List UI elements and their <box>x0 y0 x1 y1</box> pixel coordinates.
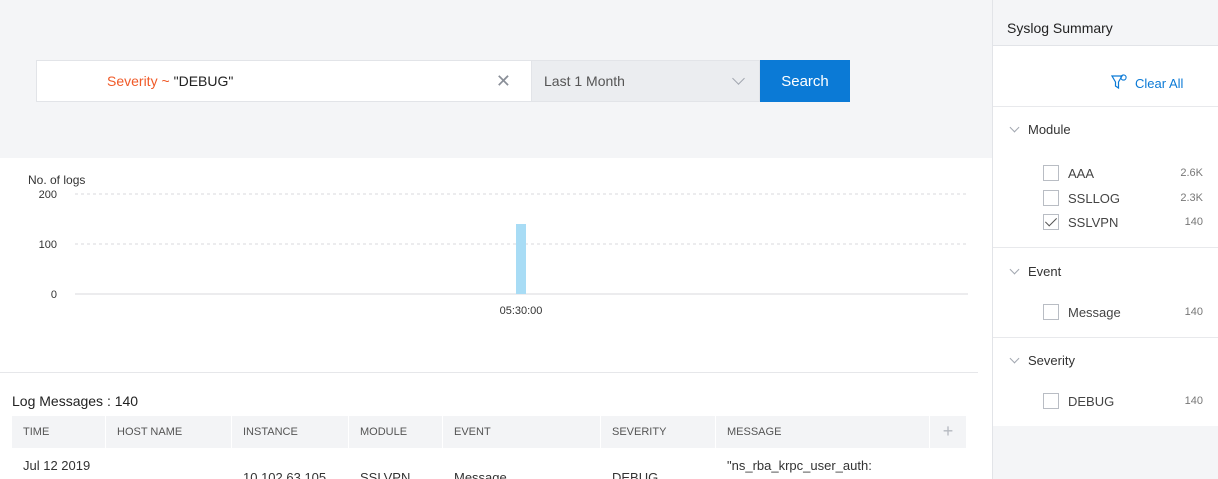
query-value: "DEBUG" <box>173 73 234 89</box>
checkbox[interactable] <box>1043 165 1059 181</box>
logs-chart: No. of logs 200 100 0 05:30:00 <box>0 158 992 372</box>
section-label: Event <box>1028 264 1062 279</box>
chevron-down-icon <box>1009 353 1020 364</box>
cell-message: "ns_rba_krpc_user_auth: <box>727 458 872 473</box>
section-label: Severity <box>1028 353 1075 368</box>
main-panel: Severity ~ "DEBUG" ✕ Last 1 Month Search… <box>0 0 992 479</box>
close-icon[interactable]: ✕ <box>496 71 511 91</box>
facet-label: SSLVPN <box>1068 214 1119 230</box>
chevron-down-icon <box>1009 122 1020 133</box>
section-module[interactable]: Module <box>1009 122 1071 137</box>
facet-count: 2.3K <box>1180 192 1203 204</box>
time-range-select[interactable]: Last 1 Month <box>532 60 760 102</box>
checkbox[interactable] <box>1043 304 1059 320</box>
divider <box>993 337 1218 338</box>
clear-all-label: Clear All <box>1135 75 1184 91</box>
time-range-value: Last 1 Month <box>544 73 625 89</box>
log-messages-title: Log Messages : 140 <box>12 393 139 409</box>
section-label: Module <box>1028 122 1071 137</box>
checkbox[interactable] <box>1043 393 1059 409</box>
chevron-down-icon <box>732 72 745 85</box>
table-header: TIME HOST NAME INSTANCE MODULE EVENT SEV… <box>12 416 966 448</box>
cell-module: SSLVPN <box>360 470 411 479</box>
x-tick-label: 05:30:00 <box>500 305 543 317</box>
plus-icon[interactable]: + <box>930 416 966 446</box>
summary-title: Syslog Summary <box>1007 20 1113 36</box>
y-tick-label: 0 <box>51 289 57 301</box>
y-tick-label: 200 <box>39 189 57 201</box>
column-header-event[interactable]: EVENT <box>443 416 601 448</box>
section-event[interactable]: Event <box>1009 264 1062 279</box>
checkbox-checked[interactable] <box>1043 214 1059 230</box>
chart-svg: No. of logs 200 100 0 05:30:00 <box>28 173 968 317</box>
facet-sslvpn[interactable]: SSLVPN 140 <box>1043 213 1203 231</box>
facet-aaa[interactable]: AAA 2.6K <box>1043 164 1203 182</box>
y-axis-label: No. of logs <box>28 173 85 187</box>
facet-count: 140 <box>1184 216 1203 228</box>
y-tick-label: 100 <box>39 239 57 251</box>
facet-label: DEBUG <box>1068 393 1115 409</box>
search-input[interactable]: Severity ~ "DEBUG" ✕ <box>36 60 532 102</box>
summary-body <box>993 46 1218 426</box>
section-severity[interactable]: Severity <box>1009 353 1075 368</box>
column-header-host-name[interactable]: HOST NAME <box>106 416 232 448</box>
facet-label: AAA <box>1068 165 1095 181</box>
facet-count: 2.6K <box>1180 167 1203 179</box>
facet-message[interactable]: Message 140 <box>1043 303 1203 321</box>
table-row[interactable]: Jul 12 2019 10.102.63.105 SSLVPN Message… <box>12 448 966 479</box>
column-header-message[interactable]: MESSAGE <box>716 416 930 448</box>
clear-all-button[interactable]: Clear All <box>1111 74 1183 92</box>
column-header-severity[interactable]: SEVERITY <box>601 416 716 448</box>
column-header-instance[interactable]: INSTANCE <box>232 416 349 448</box>
cell-event: Message <box>454 470 507 479</box>
facet-debug[interactable]: DEBUG 140 <box>1043 392 1203 410</box>
facet-label: Message <box>1068 304 1121 320</box>
checkbox[interactable] <box>1043 190 1059 206</box>
cell-severity: DEBUG <box>612 470 659 479</box>
syslog-summary-panel: Syslog Summary Clear All Module AAA 2.6K… <box>992 0 1218 479</box>
search-area: Severity ~ "DEBUG" ✕ Last 1 Month Search <box>0 0 992 158</box>
facet-count: 140 <box>1184 395 1203 407</box>
facet-count: 140 <box>1184 306 1203 318</box>
divider <box>993 106 1218 107</box>
bar <box>516 224 526 294</box>
divider <box>0 372 978 373</box>
facet-label: SSLLOG <box>1068 190 1121 206</box>
cell-instance: 10.102.63.105 <box>243 470 327 479</box>
chevron-down-icon <box>1009 264 1020 275</box>
search-button[interactable]: Search <box>760 60 850 102</box>
column-header-time[interactable]: TIME <box>12 416 106 448</box>
query-key: Severity ~ <box>107 73 170 89</box>
facet-ssllog[interactable]: SSLLOG 2.3K <box>1043 189 1203 207</box>
filter-icon <box>1111 74 1127 90</box>
divider <box>993 247 1218 248</box>
column-header-module[interactable]: MODULE <box>349 416 443 448</box>
cell-time: Jul 12 2019 <box>23 458 91 473</box>
